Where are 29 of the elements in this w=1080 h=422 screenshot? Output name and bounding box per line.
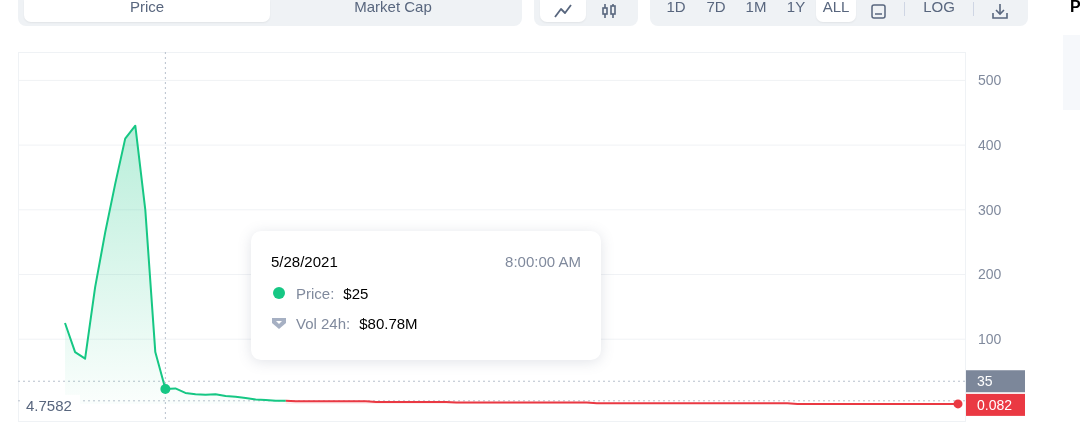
view-tab[interactable]: Price bbox=[24, 0, 270, 22]
price-label: Price: bbox=[296, 284, 335, 302]
price-value: $25 bbox=[343, 284, 369, 302]
range-tab[interactable]: 1Y bbox=[776, 0, 816, 22]
axis-label: 300 bbox=[978, 201, 1002, 218]
range-tab[interactable]: 1D bbox=[656, 0, 696, 22]
line-chart-icon bbox=[554, 4, 572, 18]
volume-label: Vol 24h: bbox=[296, 314, 351, 332]
line-chart-button[interactable] bbox=[540, 0, 586, 22]
axis-label: 400 bbox=[978, 137, 1002, 154]
side-heading: P bbox=[1070, 0, 1080, 14]
view-tab[interactable]: Market Cap bbox=[270, 0, 516, 22]
range-tab[interactable]: ALL bbox=[816, 0, 856, 22]
range-tab[interactable]: 7D bbox=[696, 0, 736, 22]
axis-label: 200 bbox=[978, 266, 1002, 283]
candlestick-icon bbox=[601, 3, 617, 19]
crosshair-tag: 35 bbox=[966, 370, 1025, 393]
axis-label: 100 bbox=[978, 331, 1002, 348]
log-scale-button[interactable]: LOG bbox=[909, 0, 969, 22]
calendar-icon bbox=[870, 3, 886, 19]
hover-point bbox=[160, 384, 171, 394]
axis-label: 500 bbox=[978, 72, 1002, 89]
volume-value: $80.78M bbox=[359, 314, 418, 332]
download-icon bbox=[992, 3, 1008, 19]
volume-icon bbox=[271, 316, 287, 330]
tooltip-date: 5/28/2021 bbox=[271, 253, 338, 270]
tooltip-time: 8:00:00 AM bbox=[505, 253, 581, 270]
last-price-tag: 0.082 bbox=[966, 393, 1025, 416]
range-tab[interactable]: 1M bbox=[736, 0, 776, 22]
